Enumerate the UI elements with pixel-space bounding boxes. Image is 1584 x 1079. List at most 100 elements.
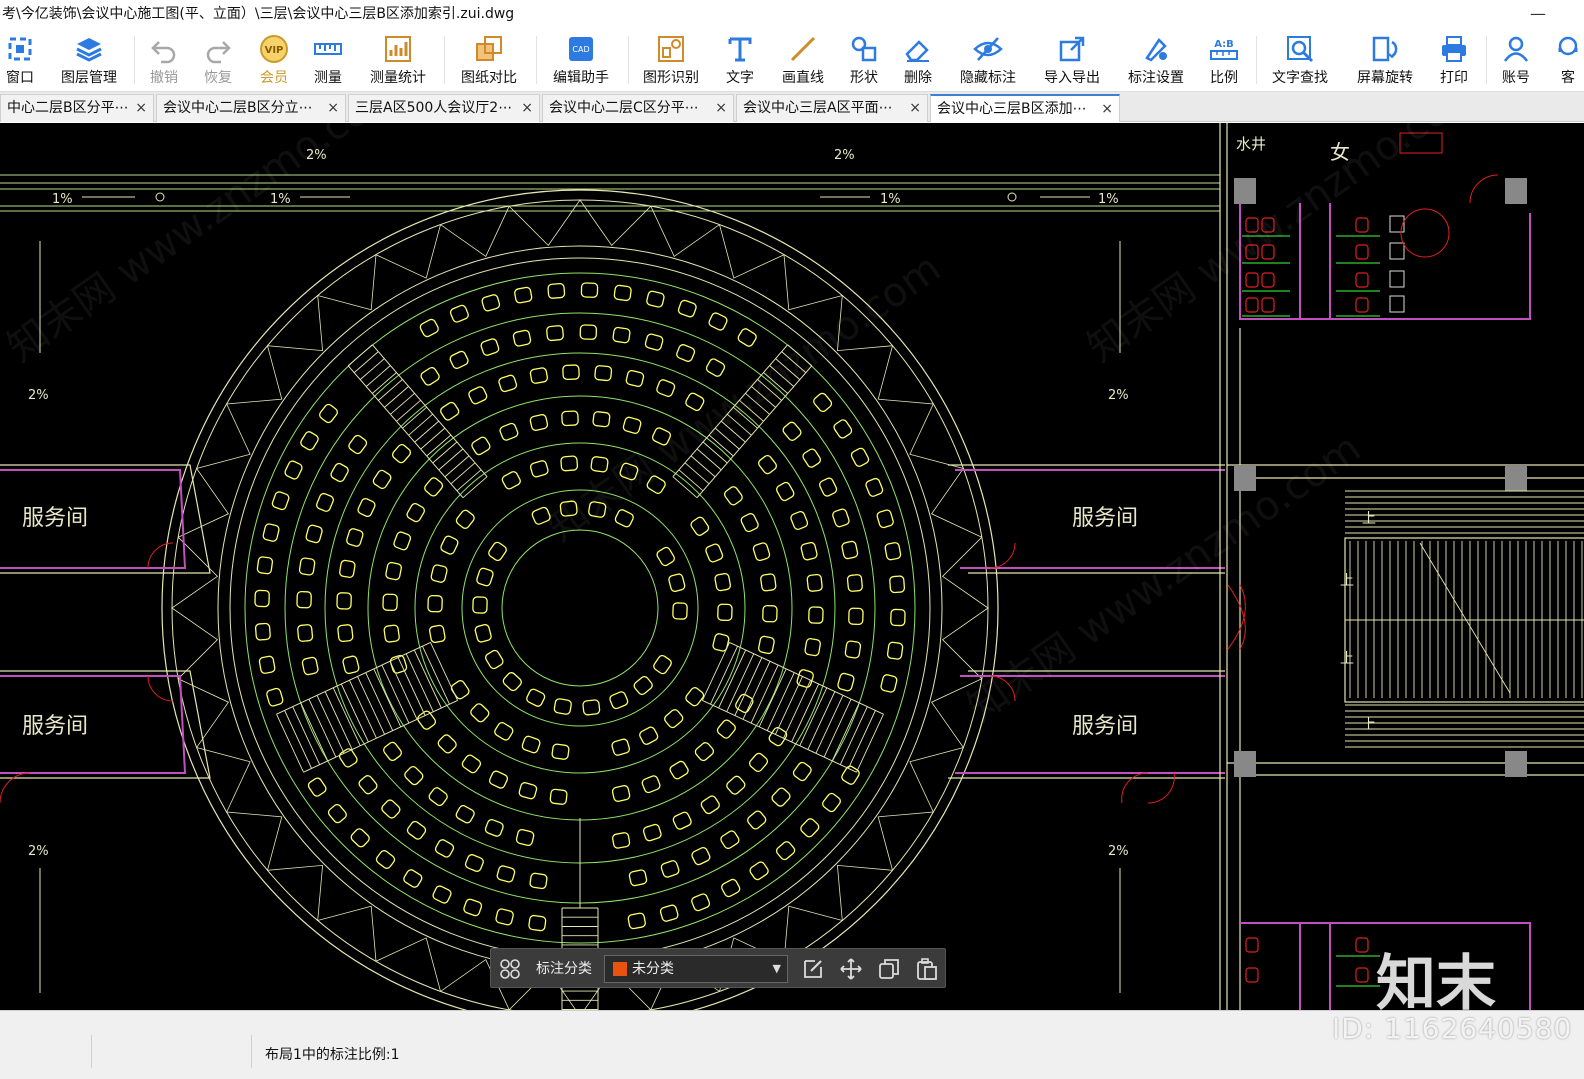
delete-button[interactable]: 删除	[900, 32, 936, 90]
account-button[interactable]: 账号	[1498, 32, 1534, 90]
restroom-fixtures	[1242, 132, 1499, 987]
toolbar-separator	[134, 36, 135, 84]
edit-assistant-button[interactable]: CAD 编辑助手	[548, 32, 614, 90]
selected-category: 未分类	[632, 961, 674, 977]
slope-label: 2%	[834, 148, 855, 163]
room-label: 服务间	[1072, 714, 1138, 739]
minimize-button[interactable]: —	[1530, 0, 1546, 28]
window-button[interactable]: 窗口	[2, 32, 38, 90]
scale-button[interactable]: A:B 比例	[1206, 32, 1242, 90]
scale-icon: A:B	[1210, 39, 1238, 60]
document-tab[interactable]: 中心二层B区分平⋯ ×	[0, 94, 154, 122]
window-title: 考\今亿装饰\会议中心施工图(平、立面）\三层\会议中心三层B区添加索引.zui…	[2, 6, 515, 22]
undo-button[interactable]: 撤销	[146, 32, 182, 90]
service-button[interactable]: 客	[1552, 32, 1584, 90]
document-tab-bar: 中心二层B区分平⋯ × 会议中心二层B区分立⋯ × 三层A区500人会议厅2⋯ …	[0, 92, 1584, 122]
print-icon	[1442, 36, 1466, 62]
layer-manager-button[interactable]: 图层管理	[56, 32, 122, 90]
window-title-bar: 考\今亿装饰\会议中心施工图(平、立面）\三层\会议中心三层B区添加索引.zui…	[0, 0, 1584, 28]
vip-button[interactable]: VIP 会员	[256, 32, 292, 90]
undo-icon	[151, 41, 176, 64]
stair-up-label: 上	[1362, 717, 1376, 733]
measure-icon	[314, 43, 342, 55]
staircase	[1344, 490, 1584, 748]
restroom-walls	[1239, 203, 1531, 1010]
shape-recognize-icon	[658, 36, 684, 62]
paste-icon[interactable]	[915, 957, 939, 981]
print-button[interactable]: 打印	[1436, 32, 1472, 90]
import-export-icon	[1059, 36, 1085, 62]
slope-label: 2%	[28, 388, 49, 403]
close-tab-icon[interactable]: ×	[327, 95, 339, 121]
text-search-icon	[1287, 36, 1314, 63]
main-toolbar: 窗口 图层管理 撤销 恢复 VIP 会员 测量 测量统计 图纸对比 CAD 编辑…	[0, 28, 1584, 92]
edit-icon[interactable]	[801, 957, 825, 981]
toolbar-separator	[536, 36, 537, 84]
rotate-screen-button[interactable]: 屏幕旋转	[1352, 32, 1418, 90]
toolbar-separator	[628, 36, 629, 84]
hide-icon	[973, 37, 1003, 61]
hide-annotation-button[interactable]: 隐藏标注	[956, 32, 1020, 90]
measure-button[interactable]: 测量	[310, 32, 346, 90]
copy-icon[interactable]	[877, 957, 901, 981]
document-tab-active[interactable]: 会议中心三层B区添加⋯ ×	[930, 94, 1120, 122]
draw-line-button[interactable]: 画直线	[778, 32, 828, 90]
corridor-door	[1227, 584, 1246, 650]
import-export-button[interactable]: 导入导出	[1040, 32, 1104, 90]
stair-up-label: 上	[1340, 573, 1354, 589]
window-icon	[8, 37, 32, 61]
slope-label: 2%	[1108, 844, 1129, 859]
close-tab-icon[interactable]: ×	[1101, 96, 1113, 122]
measure-stats-button[interactable]: 测量统计	[366, 32, 430, 90]
watermark-id: ID: 1162640580	[1332, 1012, 1573, 1045]
service-icon	[1558, 36, 1578, 56]
vip-icon: VIP	[260, 35, 288, 63]
background-watermark: 知末网 www.znzmo.com 知末网 www.znzmo.com 知末网 …	[0, 123, 1489, 731]
text-icon	[728, 37, 752, 62]
annotation-category-label: 标注分类	[536, 961, 592, 977]
toolbar-separator	[1256, 36, 1257, 84]
shapes-button[interactable]: 形状	[846, 32, 882, 90]
document-tab[interactable]: 会议中心三层A区平面⋯ ×	[736, 94, 928, 122]
room-label: 服务间	[22, 506, 88, 531]
slope-label: 1%	[52, 192, 73, 207]
slope-label: 1%	[1098, 192, 1119, 207]
svg-text:知末网 www.znzmo.com: 知末网 www.znzmo.com	[0, 123, 409, 371]
category-grid-icon[interactable]	[499, 958, 521, 980]
chevron-down-icon: ▼	[772, 962, 781, 975]
toolbar-separator	[444, 36, 445, 84]
document-tab[interactable]: 会议中心二层B区分立⋯ ×	[156, 94, 346, 122]
close-tab-icon[interactable]: ×	[909, 95, 921, 121]
redo-icon	[206, 41, 231, 64]
annotation-category-select[interactable]: 未分类 ▼	[604, 955, 788, 983]
svg-text:A:B: A:B	[1214, 39, 1234, 50]
move-icon[interactable]	[839, 957, 863, 981]
annotation-settings-button[interactable]: 标注设置	[1124, 32, 1188, 90]
annotation-scale-status: 布局1中的标注比例:1	[265, 1047, 400, 1063]
document-tab[interactable]: 三层A区500人会议厅2⋯ ×	[348, 94, 540, 122]
close-tab-icon[interactable]: ×	[715, 95, 727, 121]
shaft-label: 水井	[1236, 135, 1266, 153]
compare-button[interactable]: 图纸对比	[456, 32, 522, 90]
text-search-button[interactable]: 文字查找	[1268, 32, 1332, 90]
annotation-settings-icon	[1145, 38, 1167, 62]
stair-up-label: 上	[1362, 511, 1376, 527]
close-tab-icon[interactable]: ×	[135, 95, 147, 121]
redo-button[interactable]: 恢复	[200, 32, 236, 90]
text-button[interactable]: 文字	[722, 32, 758, 90]
slope-label: 2%	[1108, 388, 1129, 403]
toolbar-separator	[1486, 36, 1487, 84]
layers-icon	[76, 38, 102, 62]
status-cell	[92, 1035, 252, 1068]
drawing-canvas[interactable]: 2% 2% 1% 1% 1% 1% 2% 2% 2% 2% 服务间 服务间 服务…	[0, 123, 1584, 1010]
shape-recognize-button[interactable]: 图形识别	[638, 32, 704, 90]
svg-text:知末网 www.znzmo.com: 知末网 www.znzmo.com	[539, 245, 949, 551]
status-cell	[0, 1035, 92, 1068]
floor-plan-drawing: 2% 2% 1% 1% 1% 1% 2% 2% 2% 2% 服务间 服务间 服务…	[0, 123, 1584, 1010]
line-icon	[790, 36, 816, 62]
rotate-screen-icon	[1372, 36, 1398, 62]
category-color-swatch	[613, 962, 627, 976]
svg-text:知末网 www.znzmo.com: 知末网 www.znzmo.com	[1079, 123, 1489, 371]
document-tab[interactable]: 会议中心二层C区分平⋯ ×	[542, 94, 734, 122]
close-tab-icon[interactable]: ×	[521, 95, 533, 121]
